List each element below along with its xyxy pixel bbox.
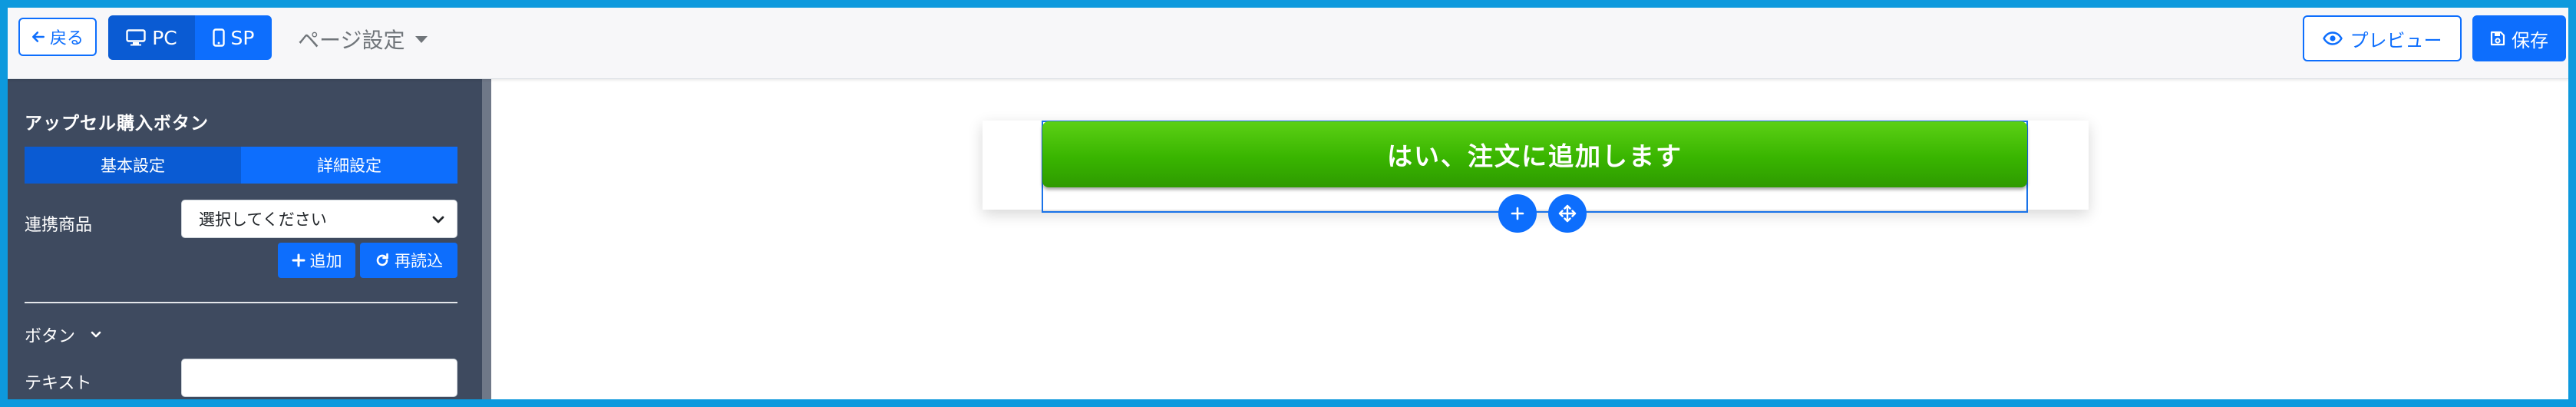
back-button[interactable]: 戻る: [18, 18, 97, 56]
plus-icon: [1509, 205, 1526, 222]
add-product-label: 追加: [309, 252, 342, 270]
floppy-disk-icon: [2490, 31, 2505, 46]
eye-icon: [2322, 31, 2343, 45]
settings-sidebar: アップセル購入ボタン 基本設定 詳細設定 連携商品 選択してください 追加 再読…: [8, 79, 482, 399]
linked-product-select-value: 選択してください: [199, 210, 327, 229]
move-block-handle[interactable]: [1548, 194, 1587, 233]
text-field-input[interactable]: [181, 359, 457, 397]
page-settings-label: ページ設定: [298, 28, 405, 53]
save-button-label: 保存: [2512, 29, 2548, 51]
move-arrows-icon: [1557, 204, 1577, 223]
rotate-icon: [375, 253, 390, 268]
chevron-down-icon: [89, 328, 103, 342]
button-section-toggle[interactable]: ボタン: [25, 322, 103, 348]
preview-button[interactable]: プレビュー: [2303, 15, 2462, 61]
add-product-button[interactable]: 追加: [278, 243, 355, 278]
save-button[interactable]: 保存: [2472, 15, 2566, 61]
view-pc-label: PC: [152, 26, 177, 49]
plus-icon: [292, 253, 305, 267]
arrow-left-icon: [31, 30, 45, 44]
section-divider: [25, 302, 457, 303]
desktop-icon: [126, 29, 146, 46]
linked-product-label: 連携商品: [25, 216, 93, 235]
settings-tabs: 基本設定 詳細設定: [25, 147, 457, 184]
panel-title: アップセル購入ボタン: [25, 114, 209, 134]
sidebar-scrollbar[interactable]: [482, 79, 491, 399]
editor-canvas: はい、注文に追加します: [491, 79, 2568, 399]
preview-button-label: プレビュー: [2350, 29, 2442, 51]
app-window: 戻る PC SP ページ設定 プレビュー 保存 アップセル購入ボタン 基本設定 …: [0, 0, 2576, 407]
back-button-label: 戻る: [49, 29, 84, 48]
view-sp-label: SP: [230, 26, 255, 49]
mobile-icon: [212, 28, 225, 47]
button-section-label: ボタン: [25, 327, 76, 346]
top-toolbar: 戻る PC SP ページ設定 プレビュー 保存: [8, 8, 2568, 79]
text-field-label: テキスト: [25, 374, 92, 393]
device-toggle: PC SP: [108, 15, 272, 60]
caret-down-icon: [415, 35, 428, 43]
page-settings-dropdown[interactable]: ページ設定: [298, 26, 428, 53]
linked-product-select[interactable]: 選択してください: [181, 200, 457, 238]
reload-products-label: 再読込: [395, 252, 443, 270]
view-pc-button[interactable]: PC: [108, 15, 195, 60]
chevron-down-icon: [431, 212, 446, 227]
tab-detail-settings[interactable]: 詳細設定: [241, 147, 457, 184]
view-sp-button[interactable]: SP: [195, 15, 272, 60]
reload-products-button[interactable]: 再読込: [360, 243, 457, 278]
add-block-button[interactable]: [1498, 194, 1537, 233]
upsell-cta-button[interactable]: はい、注文に追加します: [1042, 121, 2027, 187]
tab-basic-settings[interactable]: 基本設定: [25, 147, 241, 184]
